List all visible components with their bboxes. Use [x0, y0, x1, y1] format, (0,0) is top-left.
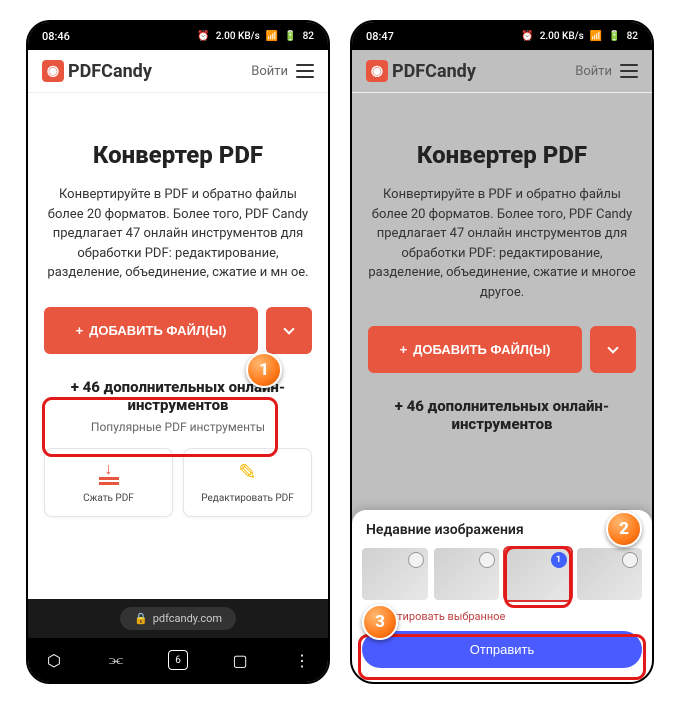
hamburger-icon[interactable]: [620, 64, 638, 78]
selection-badge: 1: [552, 553, 566, 567]
tool-edit-label: Редактировать PDF: [201, 493, 294, 504]
edit-icon: [234, 461, 262, 485]
tool-compress[interactable]: Сжать PDF: [44, 448, 173, 517]
plus-icon: +: [400, 342, 408, 357]
add-file-label: ДОБАВИТЬ ФАЙЛ(Ы): [413, 342, 550, 357]
tabs-count: 6: [168, 650, 188, 670]
edit-selected-link[interactable]: Редактировать выбранное: [362, 610, 642, 623]
battery-icon: 🔋: [284, 31, 296, 42]
page-title: Конвертер PDF: [368, 141, 636, 169]
tool-compress-label: Сжать PDF: [83, 493, 134, 504]
status-icons: ⏰ 2.00 KB/s 📶 🔋 82: [197, 31, 314, 42]
image-thumb[interactable]: [434, 548, 500, 600]
image-thumbnails: 1: [362, 548, 642, 600]
add-file-button[interactable]: + ДОБАВИТЬ ФАЙЛ(Ы): [368, 326, 582, 373]
page-description: Конвертируйте в PDF и обратно файлы боле…: [368, 185, 636, 302]
alarm-icon: ⏰: [521, 31, 533, 42]
status-icons: ⏰ 2.00 KB/s 📶 🔋 82: [521, 31, 638, 42]
tool-edit[interactable]: Редактировать PDF: [183, 448, 312, 517]
extra-tools-title: + 46 дополнительных онлайн-инструментов: [368, 397, 636, 433]
chevron-down-icon: [283, 323, 294, 334]
battery-pct: 82: [303, 31, 314, 42]
image-thumb-selected[interactable]: 1: [505, 548, 571, 600]
tool-cards: Сжать PDF Редактировать PDF: [44, 448, 312, 517]
main-content: Конвертер PDF Конвертируйте в PDF и обра…: [28, 93, 328, 599]
add-file-button[interactable]: + ДОБАВИТЬ ФАЙЛ(Ы): [44, 307, 258, 354]
logo-text: PDFCandy: [392, 61, 476, 82]
phone-screenshot-right: 08:47 ⏰ 2.00 KB/s 📶 🔋 82 ◉ PDFCandy Войт…: [350, 20, 654, 684]
app-header: ◉ PDFCandy Войти: [28, 50, 328, 93]
battery-pct: 82: [627, 31, 638, 42]
net-speed: 2.00 KB/s: [216, 31, 260, 42]
hamburger-icon[interactable]: [296, 64, 314, 78]
chevron-down-icon: [607, 342, 618, 353]
add-file-row: + ДОБАВИТЬ ФАЙЛ(Ы): [44, 307, 312, 354]
tabs-button[interactable]: 6: [166, 648, 190, 672]
status-bar: 08:47 ⏰ 2.00 KB/s 📶 🔋 82: [352, 22, 652, 50]
add-file-label: ДОБАВИТЬ ФАЙЛ(Ы): [89, 323, 226, 338]
lock-icon: 🔒: [134, 612, 148, 625]
login-link[interactable]: Войти: [251, 64, 288, 79]
browser-nav-bar: ⬡ ⫘ 6 ▢ ⋮: [28, 638, 328, 682]
add-file-dropdown-button[interactable]: [590, 326, 636, 373]
bookmark-icon[interactable]: ▢: [228, 648, 252, 672]
logo[interactable]: ◉ PDFCandy: [42, 60, 152, 82]
net-speed: 2.00 KB/s: [540, 31, 584, 42]
send-button[interactable]: Отправить: [362, 631, 642, 668]
logo-icon: ◉: [42, 60, 64, 82]
wifi-icon: 📶: [590, 31, 602, 42]
image-thumb[interactable]: [362, 548, 428, 600]
header-actions: Войти: [251, 64, 314, 79]
plus-icon: +: [76, 323, 84, 338]
status-time: 08:46: [42, 30, 70, 43]
callout-badge-2: 2: [606, 511, 642, 547]
status-bar: 08:46 ⏰ 2.00 KB/s 📶 🔋 82: [28, 22, 328, 50]
battery-icon: 🔋: [608, 31, 620, 42]
home-icon[interactable]: ⬡: [42, 648, 66, 672]
app-header: ◉ PDFCandy Войти: [352, 50, 652, 93]
logo-icon: ◉: [366, 60, 388, 82]
image-thumb[interactable]: [577, 548, 643, 600]
page-title: Конвертер PDF: [44, 141, 312, 169]
phone-screenshot-left: 08:46 ⏰ 2.00 KB/s 📶 🔋 82 ◉ PDFCandy Войт…: [26, 20, 330, 684]
picker-title: Недавние изображения: [362, 522, 642, 538]
menu-dots-icon[interactable]: ⋮: [290, 648, 314, 672]
wifi-icon: 📶: [266, 31, 278, 42]
popular-tools-label: Популярные PDF инструменты: [44, 420, 312, 434]
add-file-dropdown-button[interactable]: [266, 307, 312, 354]
header-actions: Войти: [575, 64, 638, 79]
alarm-icon: ⏰: [197, 31, 209, 42]
url-text: pdfcandy.com: [153, 612, 222, 625]
login-link[interactable]: Войти: [575, 64, 612, 79]
callout-badge-1: 1: [246, 352, 282, 388]
compress-icon: [95, 461, 123, 485]
callout-badge-3: 3: [362, 604, 398, 640]
browser-url-bar[interactable]: 🔒 pdfcandy.com: [28, 599, 328, 638]
page-description: Конвертируйте в PDF и обратно файлы боле…: [44, 185, 312, 283]
logo[interactable]: ◉ PDFCandy: [366, 60, 476, 82]
share-icon[interactable]: ⫘: [104, 648, 128, 672]
logo-text: PDFCandy: [68, 61, 152, 82]
add-file-row: + ДОБАВИТЬ ФАЙЛ(Ы): [368, 326, 636, 373]
status-time: 08:47: [366, 30, 394, 43]
url-pill: 🔒 pdfcandy.com: [120, 607, 236, 630]
